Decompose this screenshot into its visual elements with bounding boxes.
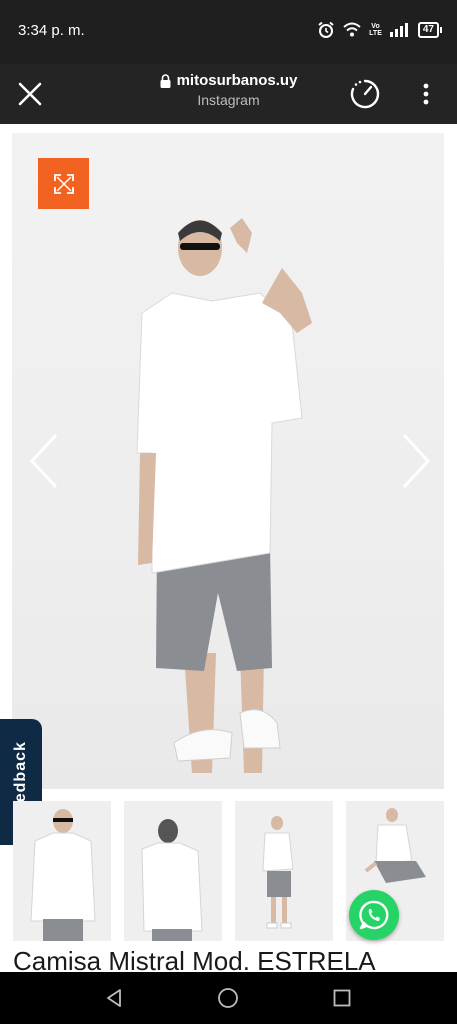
product-gallery[interactable] <box>12 133 444 789</box>
page-domain: mitosurbanos.uy <box>176 72 298 89</box>
status-icons: Vo LTE 47 <box>317 21 443 39</box>
whatsapp-button[interactable] <box>349 890 399 940</box>
volte-bottom: LTE <box>369 30 382 37</box>
status-time: 3:34 p. m. <box>18 22 85 39</box>
volte-icon: Vo LTE <box>369 23 382 37</box>
thumbnail-1[interactable] <box>13 801 111 941</box>
more-options-button[interactable] <box>412 78 440 110</box>
speed-icon <box>350 79 380 109</box>
previous-image-button[interactable] <box>24 431 64 491</box>
next-image-button[interactable] <box>396 431 436 491</box>
thumbnail-2[interactable] <box>124 801 222 941</box>
chevron-left-icon <box>29 433 58 489</box>
expand-image-button[interactable] <box>38 158 89 209</box>
thumbnail-image <box>141 819 203 941</box>
whatsapp-icon <box>359 900 389 930</box>
alarm-icon <box>318 21 334 38</box>
lock-icon <box>160 73 171 88</box>
product-main-image <box>136 218 312 773</box>
back-button[interactable] <box>102 986 126 1010</box>
system-nav-bar <box>0 972 457 1024</box>
signal-icon <box>389 23 408 37</box>
close-icon <box>18 82 42 106</box>
home-button[interactable] <box>216 986 240 1010</box>
more-vert-icon <box>423 83 429 105</box>
thumbnail-3[interactable] <box>235 801 333 941</box>
home-icon <box>218 988 238 1008</box>
browser-toolbar: mitosurbanos.uy Instagram <box>0 64 457 124</box>
expand-icon <box>53 173 74 194</box>
page-subtitle: Instagram <box>197 92 260 108</box>
recents-button[interactable] <box>330 986 354 1010</box>
volte-top: Vo <box>371 23 380 30</box>
wifi-icon <box>343 22 361 37</box>
thumbnail-image <box>30 809 96 941</box>
thumbnail-image <box>262 816 294 929</box>
back-icon <box>107 989 121 1007</box>
status-bar: 3:34 p. m. Vo LTE 47 <box>0 0 457 64</box>
battery-icon: 47 <box>417 22 443 38</box>
page-speed-button[interactable] <box>348 77 382 111</box>
close-button[interactable] <box>14 78 46 110</box>
url-box[interactable]: mitosurbanos.uy Instagram <box>120 72 337 108</box>
recents-icon <box>333 989 351 1007</box>
chevron-right-icon <box>402 433 431 489</box>
